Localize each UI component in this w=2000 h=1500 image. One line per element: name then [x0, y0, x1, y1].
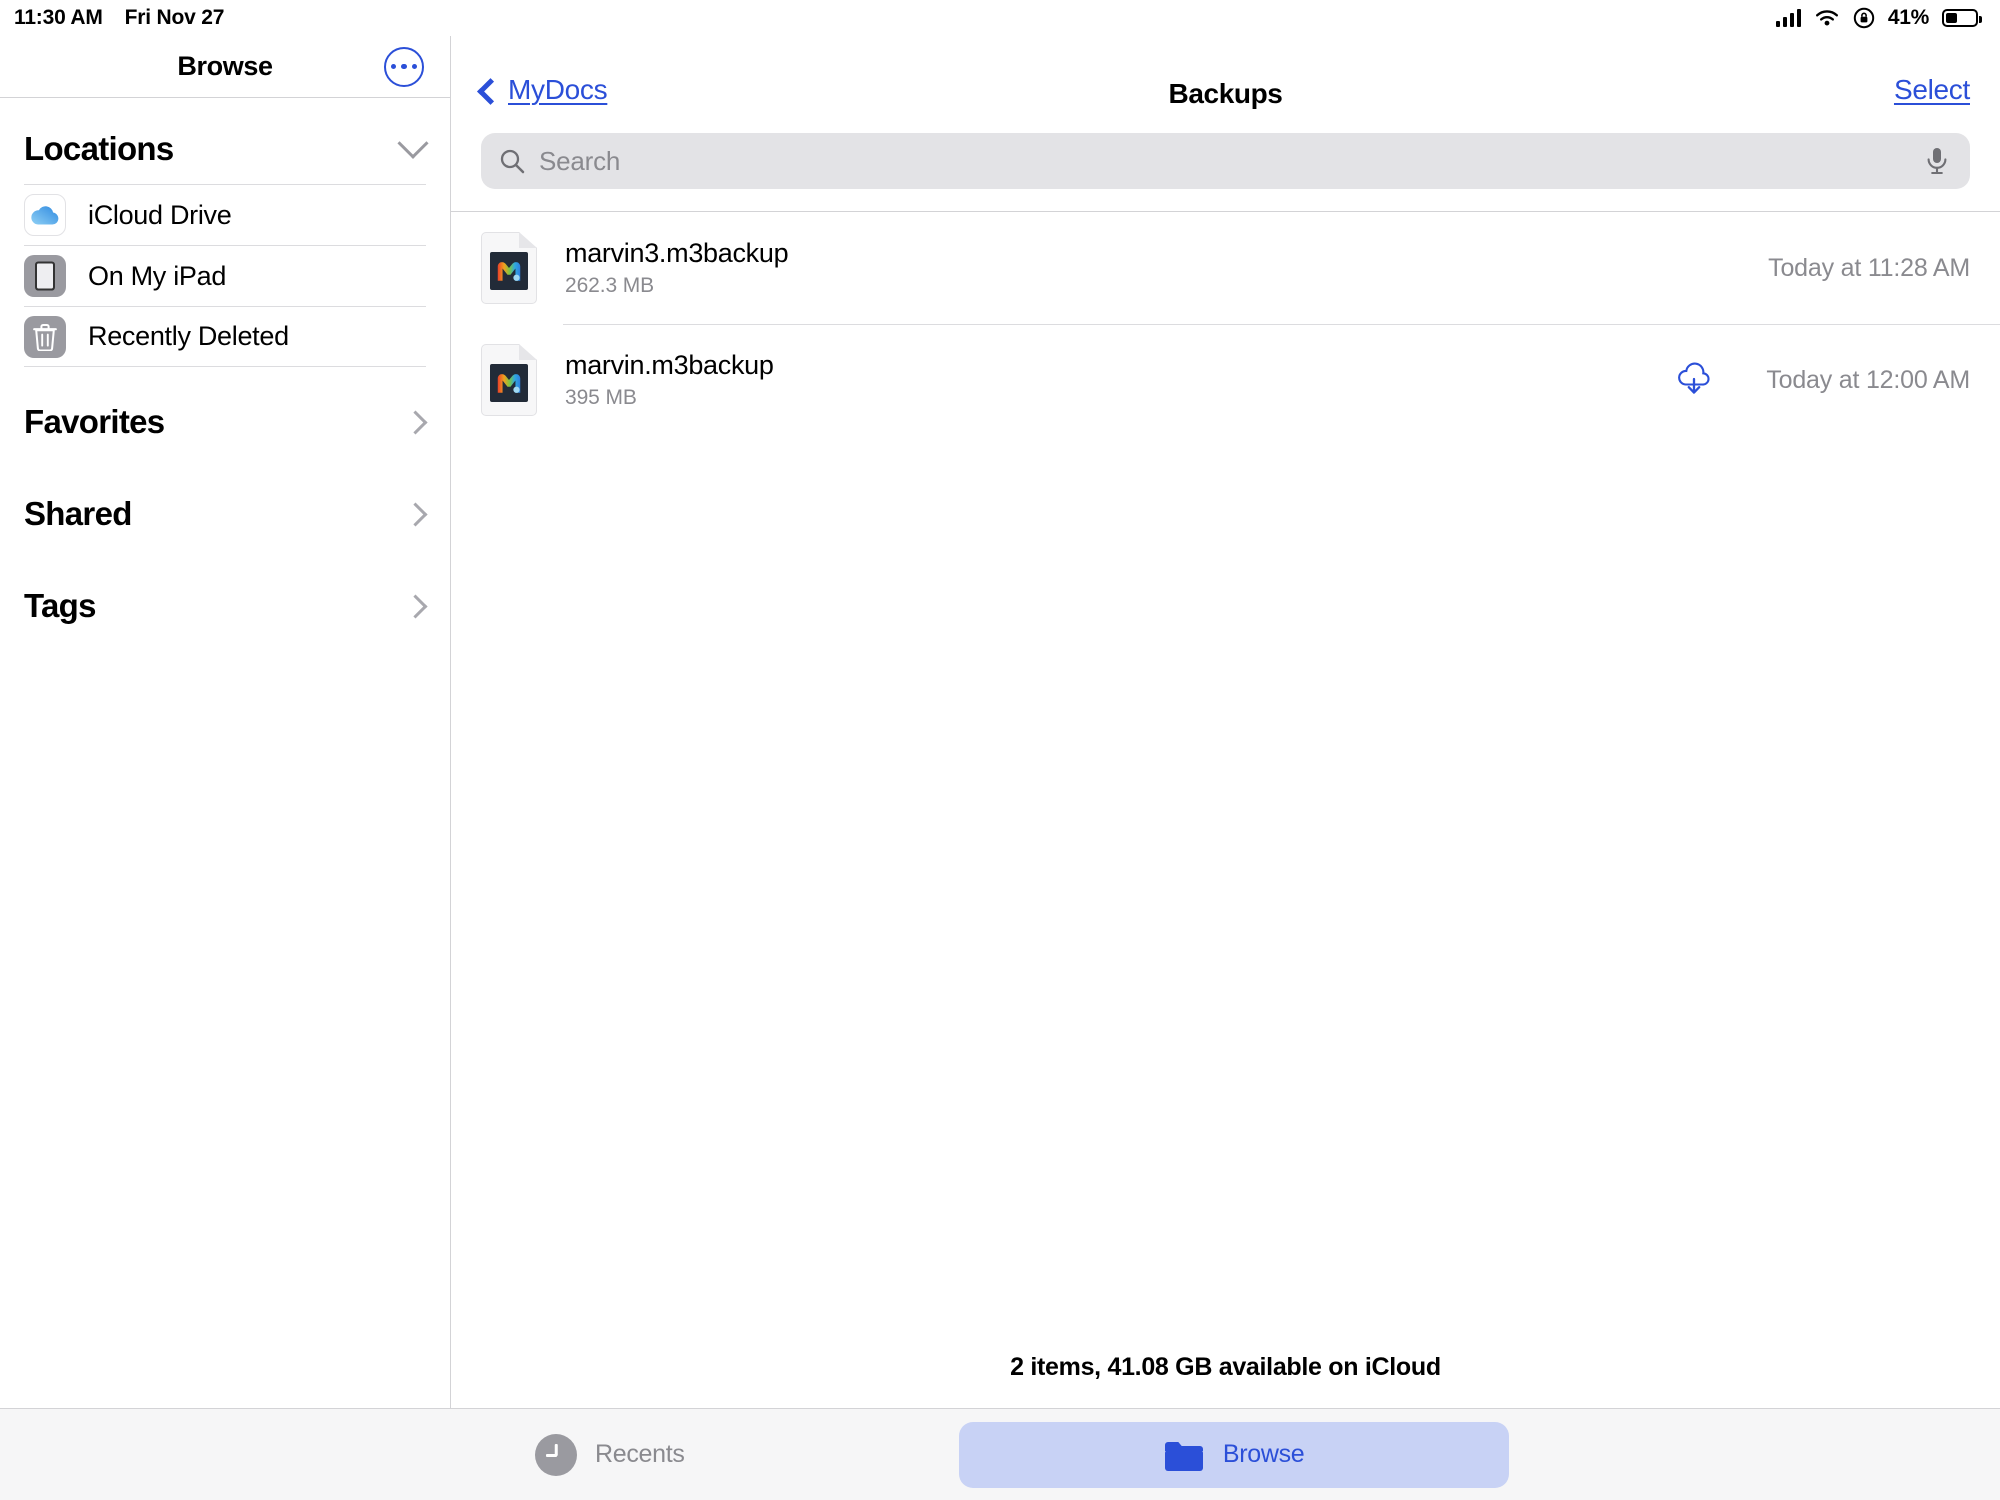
status-time: 11:30 AM	[14, 6, 103, 30]
marvin-backup-file-icon	[481, 344, 537, 416]
sidebar-group-tags[interactable]: Tags	[0, 551, 450, 643]
sidebar-item-recently-deleted[interactable]: Recently Deleted	[24, 306, 426, 367]
chevron-down-icon[interactable]	[397, 128, 428, 159]
file-date: Today at 11:28 AM	[1768, 254, 1970, 283]
file-size: 395 MB	[565, 386, 774, 410]
ellipsis-dot	[391, 64, 397, 70]
marvin-backup-file-icon	[481, 232, 537, 304]
sidebar-group-label: Shared	[24, 495, 132, 533]
tab-recents[interactable]: Recents	[501, 1422, 719, 1488]
trash-icon	[24, 316, 66, 358]
ellipsis-dot	[401, 64, 407, 70]
locations-section-header[interactable]: Locations	[0, 98, 450, 184]
tab-label: Browse	[1223, 1440, 1305, 1469]
files-app-window: 11:30 AM Fri Nov 27 41% Browse	[0, 0, 2000, 1500]
sidebar-item-label: iCloud Drive	[88, 200, 231, 231]
battery-percent: 41%	[1888, 6, 1929, 30]
search-container: Search	[451, 133, 2000, 212]
split-view: Browse Locations	[0, 36, 2000, 1408]
sidebar-item-label: Recently Deleted	[88, 321, 289, 352]
file-list: marvin3.m3backup 262.3 MB Today at 11:28…	[451, 212, 2000, 1335]
file-date: Today at 12:00 AM	[1766, 366, 1970, 395]
cellular-signal-icon	[1776, 9, 1801, 27]
microphone-icon[interactable]	[1924, 146, 1950, 176]
sidebar-content: Locations iCloud Dri	[0, 98, 450, 1408]
sidebar-group-favorites[interactable]: Favorites	[0, 367, 450, 459]
back-button-label: MyDocs	[508, 74, 607, 106]
status-footer: 2 items, 41.08 GB available on iCloud	[451, 1335, 2000, 1408]
sidebar-group-shared[interactable]: Shared	[0, 459, 450, 551]
sidebar-item-icloud-drive[interactable]: iCloud Drive	[24, 184, 426, 245]
status-date: Fri Nov 27	[125, 6, 225, 30]
chevron-right-icon	[403, 502, 427, 526]
file-row[interactable]: marvin3.m3backup 262.3 MB Today at 11:28…	[451, 212, 2000, 324]
status-bar: 11:30 AM Fri Nov 27 41%	[0, 0, 2000, 36]
sidebar-item-label: On My iPad	[88, 261, 226, 292]
sidebar-group-label: Favorites	[24, 403, 164, 441]
file-meta: Today at 11:28 AM	[1768, 254, 1970, 283]
sidebar-title: Browse	[177, 51, 272, 82]
tab-label: Recents	[595, 1440, 685, 1469]
clock-icon	[535, 1434, 577, 1476]
file-name: marvin3.m3backup	[565, 238, 788, 269]
locations-list: iCloud Drive On My iPad	[24, 184, 426, 367]
search-placeholder: Search	[539, 146, 1910, 177]
rotation-lock-icon	[1853, 7, 1875, 29]
page-title: Backups	[451, 78, 2000, 110]
status-bar-left: 11:30 AM Fri Nov 27	[14, 6, 224, 30]
file-size: 262.3 MB	[565, 274, 788, 298]
file-info: marvin.m3backup 395 MB	[565, 350, 774, 410]
file-meta: Today at 12:00 AM	[1674, 360, 1970, 400]
select-button[interactable]: Select	[1894, 74, 1970, 106]
locations-header-label: Locations	[24, 130, 174, 168]
tab-browse[interactable]: Browse	[959, 1422, 1509, 1488]
icloud-download-icon[interactable]	[1674, 360, 1714, 400]
sidebar-group-label: Tags	[24, 587, 96, 625]
tab-bar-items: Recents Browse	[451, 1422, 2000, 1488]
folder-icon	[1163, 1437, 1205, 1473]
file-info: marvin3.m3backup 262.3 MB	[565, 238, 788, 298]
sidebar: Browse Locations	[0, 36, 451, 1408]
icloud-drive-icon	[24, 194, 66, 236]
file-name: marvin.m3backup	[565, 350, 774, 381]
sidebar-nav-bar: Browse	[0, 36, 450, 98]
detail-pane: MyDocs Backups Select Search	[451, 36, 2000, 1408]
back-button[interactable]: MyDocs	[481, 74, 607, 106]
ellipsis-dot	[412, 64, 418, 70]
search-input[interactable]: Search	[481, 133, 1970, 189]
chevron-right-icon	[403, 594, 427, 618]
battery-icon	[1942, 9, 1978, 27]
wifi-icon	[1814, 9, 1840, 28]
sidebar-item-on-my-ipad[interactable]: On My iPad	[24, 245, 426, 306]
detail-nav-bar: MyDocs Backups Select	[451, 36, 2000, 133]
more-options-button[interactable]	[384, 47, 424, 87]
search-icon	[499, 148, 525, 174]
chevron-left-icon	[477, 78, 504, 105]
tab-bar: Recents Browse	[0, 1408, 2000, 1500]
file-row[interactable]: marvin.m3backup 395 MB Today at 12:00 AM	[451, 324, 2000, 436]
status-bar-right: 41%	[1776, 6, 1978, 30]
ipad-icon	[24, 255, 66, 297]
chevron-right-icon	[403, 410, 427, 434]
